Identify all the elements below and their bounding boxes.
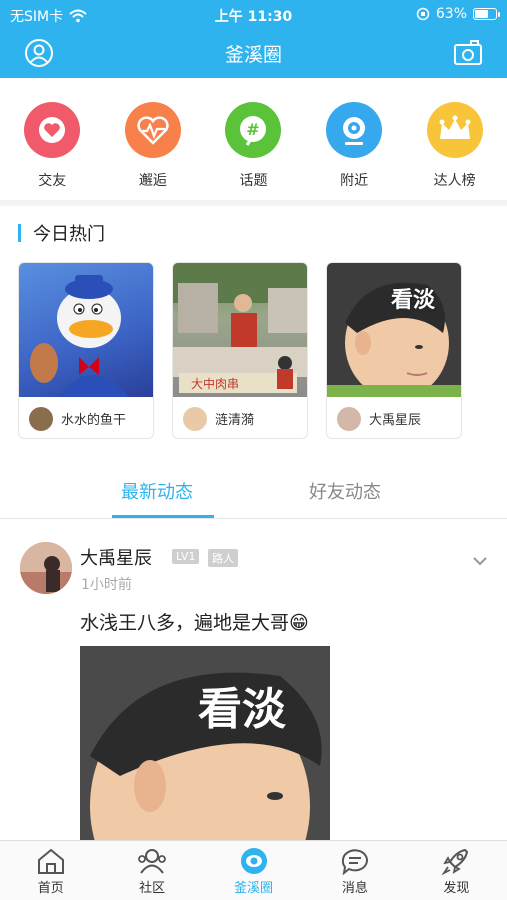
quick-item-topics[interactable]: # 话题 bbox=[208, 84, 298, 196]
feed-tabs: 最新动态 好友动态 bbox=[0, 463, 507, 519]
message-icon bbox=[341, 849, 368, 876]
app-header: 釜溪圈 bbox=[0, 30, 507, 78]
section-divider bbox=[0, 200, 507, 206]
hot-card-user: 大禹星辰 bbox=[369, 413, 422, 428]
tab-latest[interactable]: 最新动态 bbox=[121, 478, 193, 504]
hot-card[interactable]: 水水的鱼干 bbox=[18, 262, 154, 439]
active-tab-indicator bbox=[112, 515, 214, 518]
quick-item-encounter[interactable]: 邂逅 bbox=[108, 84, 198, 196]
nav-messages[interactable]: 消息 bbox=[304, 841, 405, 900]
hot-card-user: 涟清漪 bbox=[215, 413, 255, 428]
rocket-icon bbox=[441, 848, 469, 876]
meme-text: 看淡 bbox=[391, 288, 436, 313]
quick-item-ranking[interactable]: 达人榜 bbox=[410, 84, 500, 196]
quick-item-label: 达人榜 bbox=[433, 173, 476, 189]
vendor-sign-text: 大中肉串 bbox=[191, 376, 239, 391]
battery-percent: 63% bbox=[435, 6, 467, 22]
quick-item-label: 话题 bbox=[239, 173, 268, 189]
circle-eye-icon bbox=[240, 848, 267, 874]
avatar bbox=[29, 406, 53, 431]
home-icon bbox=[37, 848, 64, 874]
hot-cards: 水水的鱼干 大中肉串 涟清漪 看淡 大禹星辰 bbox=[18, 262, 462, 439]
post-text: 水浅王八多，遍地是大哥😁 bbox=[80, 612, 309, 634]
quick-item-label: 附近 bbox=[340, 173, 369, 189]
quick-item-label: 邂逅 bbox=[138, 173, 167, 189]
community-icon bbox=[138, 849, 167, 874]
quick-item-friends[interactable]: 交友 bbox=[7, 84, 97, 196]
nav-label: 釜溪圈 bbox=[234, 881, 274, 896]
level-badge: LV1 bbox=[172, 549, 200, 564]
hot-card-user: 水水的鱼干 bbox=[61, 413, 127, 428]
rank-badge: 路人 bbox=[208, 549, 238, 567]
quick-item-nearby[interactable]: 附近 bbox=[309, 84, 399, 196]
camera-icon[interactable] bbox=[453, 38, 483, 68]
heart-icon bbox=[24, 102, 81, 158]
top-bar: 无SIM卡 上午 11:30 63% 釜溪圈 bbox=[0, 0, 507, 78]
section-accent-bar bbox=[18, 224, 21, 242]
post-time: 1小时前 bbox=[81, 577, 132, 593]
avatar bbox=[183, 406, 207, 431]
hot-card[interactable]: 大中肉串 涟清漪 bbox=[172, 262, 308, 439]
hot-card-photo: 大中肉串 bbox=[173, 263, 307, 397]
avatar bbox=[337, 406, 361, 431]
quick-item-label: 交友 bbox=[38, 173, 67, 189]
bottom-nav: 首页 社区 釜溪圈 消息 发现 bbox=[0, 840, 507, 900]
crown-icon bbox=[426, 102, 483, 158]
nav-circle[interactable]: 釜溪圈 bbox=[203, 841, 304, 900]
avatar[interactable] bbox=[20, 542, 72, 594]
hot-section-header: 今日热门 bbox=[18, 222, 105, 245]
svg-text:#: # bbox=[247, 120, 260, 139]
nav-discover[interactable]: 发现 bbox=[406, 841, 507, 900]
location-camera-icon bbox=[326, 102, 383, 158]
hashtag-icon: # bbox=[225, 102, 282, 158]
hot-card-photo: 看淡 bbox=[327, 263, 461, 397]
status-bar: 无SIM卡 上午 11:30 63% bbox=[0, 0, 507, 30]
nav-label: 社区 bbox=[139, 881, 166, 896]
nav-community[interactable]: 社区 bbox=[101, 841, 202, 900]
tab-friends[interactable]: 好友动态 bbox=[309, 478, 381, 504]
meme-text: 看淡 bbox=[198, 684, 287, 735]
page-title: 釜溪圈 bbox=[224, 44, 282, 66]
battery-icon bbox=[473, 8, 500, 20]
quick-actions: 交友 邂逅 # 话题 附近 达人榜 bbox=[0, 84, 507, 196]
nav-home[interactable]: 首页 bbox=[0, 841, 101, 900]
post-author[interactable]: 大禹星辰 bbox=[80, 544, 152, 570]
hot-section-title: 今日热门 bbox=[33, 224, 105, 245]
nav-label: 消息 bbox=[341, 881, 368, 896]
chevron-down-icon[interactable] bbox=[471, 552, 489, 570]
nav-label: 发现 bbox=[443, 881, 470, 896]
orientation-lock-icon bbox=[416, 7, 430, 21]
pulse-heart-icon bbox=[124, 102, 181, 158]
nav-label: 首页 bbox=[37, 881, 64, 896]
hot-card-photo bbox=[19, 263, 153, 397]
hot-card[interactable]: 看淡 大禹星辰 bbox=[326, 262, 462, 439]
